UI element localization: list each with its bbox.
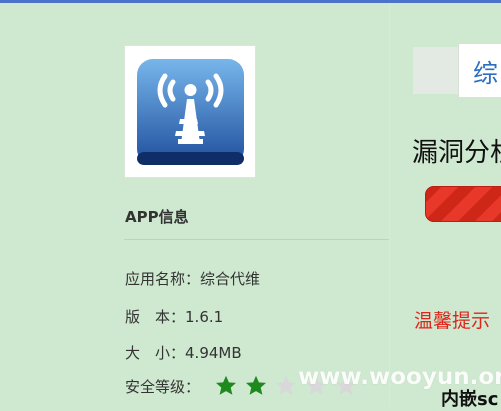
app-size-value: 4.94MB [185,344,242,362]
security-level-label: 安全等级： [125,378,201,396]
app-size-label: 大 小： [125,344,186,362]
top-accent-bar [0,0,501,3]
app-name-row: 应用名称：综合代维 [125,268,260,289]
security-level-row: 安全等级： [125,376,200,397]
tab-label: 综 [473,59,499,88]
radio-tower-icon [137,59,244,165]
vulnerability-title: 漏洞分析 [412,138,501,168]
star-icon [246,375,266,395]
app-version-value: 1.6.1 [185,308,224,326]
app-version-label: 版 本： [125,308,186,326]
risk-progress-bar [425,186,501,222]
tab-inactive[interactable] [413,47,463,94]
watermark-text: www.wooyun.org [298,364,501,390]
app-size-row: 大 小：4.94MB [125,342,242,363]
section-divider [124,239,389,240]
app-name-value: 综合代维 [200,270,261,288]
panel-divider [389,3,390,405]
star-icon [276,375,296,395]
app-version-row: 版 本：1.6.1 [125,306,223,327]
app-icon-frame [124,45,256,178]
star-icon [216,375,236,395]
app-info-title: APP信息 [125,208,189,226]
app-name-label: 应用名称： [125,270,201,288]
warning-text: 温馨提示 [414,310,491,332]
